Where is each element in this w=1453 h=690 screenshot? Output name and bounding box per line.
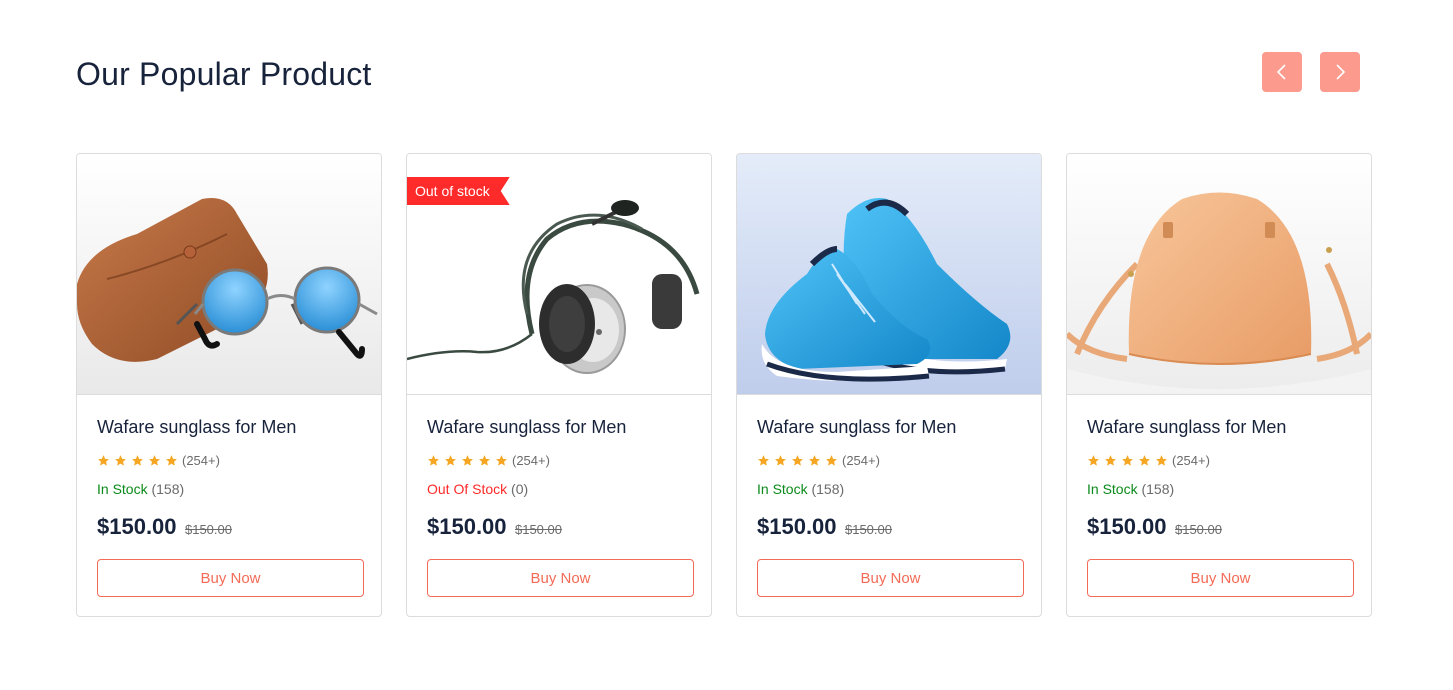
stock-status: In Stock xyxy=(757,481,808,497)
buy-now-button[interactable]: Buy Now xyxy=(427,559,694,597)
star-icon xyxy=(826,454,837,466)
star-icon xyxy=(792,454,803,466)
stock-info: Out Of Stock (0) xyxy=(427,481,528,497)
star-icon xyxy=(166,454,177,466)
star-icon xyxy=(115,454,126,466)
stock-count: (0) xyxy=(511,481,529,497)
price: $150.00 xyxy=(1087,514,1167,539)
stock-info: In Stock (158) xyxy=(97,481,184,497)
star-icon xyxy=(479,454,490,466)
price: $150.00 xyxy=(97,514,177,539)
star-icon xyxy=(98,454,109,466)
star-icon xyxy=(496,454,507,466)
star-icon xyxy=(1122,454,1133,466)
product-card[interactable]: Out of stock Wafare sunglass for Men (25… xyxy=(406,153,712,617)
product-name[interactable]: Wafare sunglass for Men xyxy=(1087,417,1286,438)
rating-count: (254+) xyxy=(842,452,880,468)
star-icon xyxy=(1105,454,1116,466)
product-name[interactable]: Wafare sunglass for Men xyxy=(97,417,296,438)
product-name[interactable]: Wafare sunglass for Men xyxy=(427,417,626,438)
star-icon xyxy=(1156,454,1167,466)
stock-info: In Stock (158) xyxy=(1087,481,1174,497)
star-icon xyxy=(1139,454,1150,466)
price-row: $150.00 $150.00 xyxy=(97,514,232,540)
old-price: $150.00 xyxy=(844,522,892,537)
star-icon xyxy=(445,454,456,466)
product-image-headset[interactable]: Out of stock xyxy=(407,154,711,395)
rating-count: (254+) xyxy=(182,452,220,468)
chevron-right-icon xyxy=(1336,64,1346,80)
product-rating: (254+) xyxy=(97,452,220,468)
stock-count: (158) xyxy=(151,481,185,497)
stock-status: In Stock xyxy=(97,481,148,497)
stock-info: In Stock (158) xyxy=(757,481,844,497)
carousel-next-button[interactable] xyxy=(1320,52,1360,92)
product-image-sneakers[interactable] xyxy=(737,154,1041,395)
product-card[interactable]: Wafare sunglass for Men (254+) In Stock … xyxy=(76,153,382,617)
stock-count: (158) xyxy=(1141,481,1175,497)
carousel-prev-button[interactable] xyxy=(1262,52,1302,92)
star-icon xyxy=(809,454,820,466)
price-row: $150.00 $150.00 xyxy=(757,514,892,540)
star-icon xyxy=(758,454,769,466)
rating-count: (254+) xyxy=(512,452,550,468)
star-icon xyxy=(775,454,786,466)
rating-count: (254+) xyxy=(1172,452,1210,468)
section-title: Our Popular Product xyxy=(76,56,372,92)
price: $150.00 xyxy=(427,514,507,539)
star-icon xyxy=(462,454,473,466)
buy-now-button[interactable]: Buy Now xyxy=(757,559,1024,597)
star-icon xyxy=(428,454,439,466)
old-price: $150.00 xyxy=(1174,522,1222,537)
star-icon xyxy=(149,454,160,466)
stock-count: (158) xyxy=(811,481,845,497)
chevron-left-icon xyxy=(1276,64,1286,80)
product-rating: (254+) xyxy=(427,452,550,468)
product-rating: (254+) xyxy=(1087,452,1210,468)
old-price: $150.00 xyxy=(184,522,232,537)
product-image-sunglasses[interactable] xyxy=(77,154,381,395)
buy-now-button[interactable]: Buy Now xyxy=(1087,559,1354,597)
stock-status: In Stock xyxy=(1087,481,1138,497)
section-header: Our Popular Product xyxy=(76,52,1360,96)
star-icon xyxy=(1088,454,1099,466)
price-row: $150.00 $150.00 xyxy=(427,514,562,540)
product-card[interactable]: Wafare sunglass for Men (254+) In Stock … xyxy=(736,153,1042,617)
product-image-handbag[interactable] xyxy=(1067,154,1371,395)
star-icon xyxy=(132,454,143,466)
product-card[interactable]: Wafare sunglass for Men (254+) In Stock … xyxy=(1066,153,1372,617)
old-price: $150.00 xyxy=(514,522,562,537)
product-name[interactable]: Wafare sunglass for Men xyxy=(757,417,956,438)
product-rating: (254+) xyxy=(757,452,880,468)
buy-now-button[interactable]: Buy Now xyxy=(97,559,364,597)
stock-status: Out Of Stock xyxy=(427,481,508,497)
price: $150.00 xyxy=(757,514,837,539)
price-row: $150.00 $150.00 xyxy=(1087,514,1222,540)
out-of-stock-badge: Out of stock xyxy=(407,177,510,205)
